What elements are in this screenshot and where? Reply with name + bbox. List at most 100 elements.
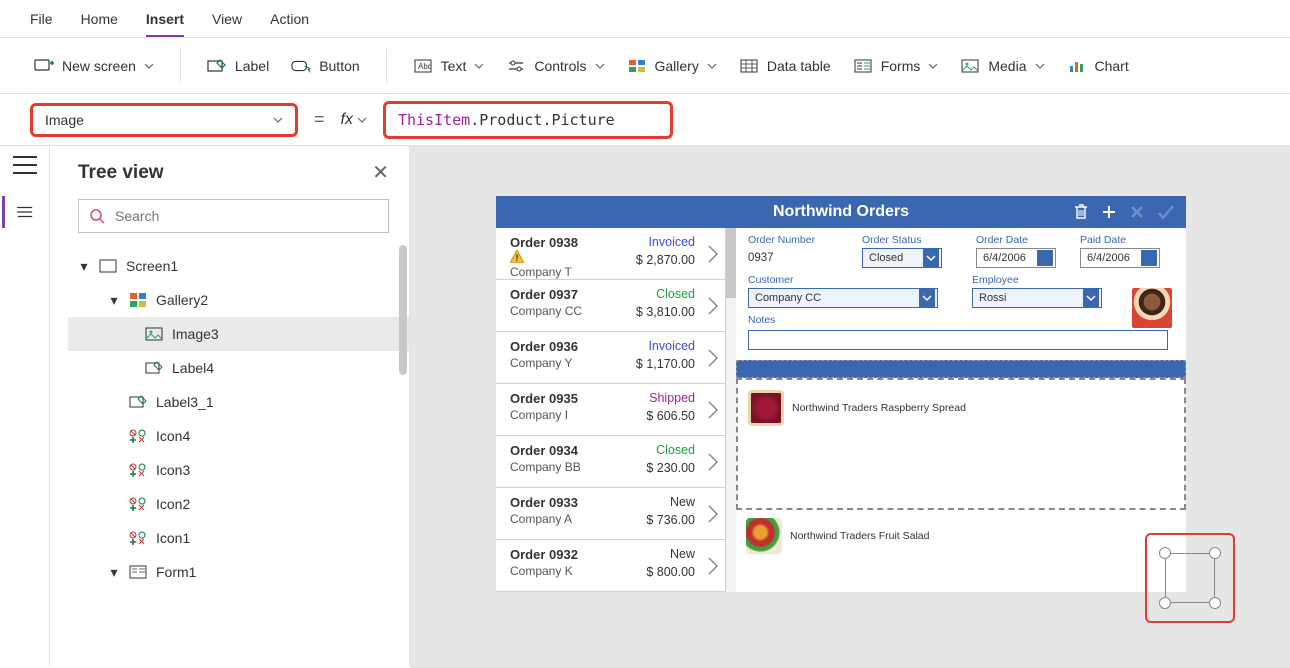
close-panel-button[interactable]: ✕ xyxy=(372,160,389,185)
cancel-x-icon[interactable] xyxy=(1128,203,1146,221)
menu-action[interactable]: Action xyxy=(270,11,309,27)
chevron-right-icon xyxy=(707,348,719,368)
order-list-item[interactable]: Order 0935Company IShipped$ 606.50 xyxy=(496,384,725,436)
orders-scrollbar[interactable] xyxy=(726,228,736,592)
menu-insert[interactable]: Insert xyxy=(146,11,184,37)
tree-label: Icon3 xyxy=(156,462,190,478)
label-order-date: Order Date xyxy=(976,234,1066,246)
label-order-status: Order Status xyxy=(862,234,942,246)
media-dropdown[interactable]: Media xyxy=(954,52,1050,80)
order-amount: $ 230.00 xyxy=(646,461,695,475)
property-dropdown[interactable]: Image xyxy=(30,103,298,137)
order-list-item[interactable]: Order 0932Company KNew$ 800.00 xyxy=(496,540,725,592)
canvas[interactable]: Northwind Orders Order 0938 !Company TIn… xyxy=(410,146,1290,668)
forms-icon xyxy=(853,56,873,76)
tree-node-gallery2[interactable]: ▾ Gallery2 xyxy=(68,283,409,317)
tree-node-screen1[interactable]: ▾ Screen1 xyxy=(68,249,409,283)
gallery-label: Gallery xyxy=(655,58,699,74)
menu-view[interactable]: View xyxy=(212,11,242,27)
order-list-item[interactable]: Order 0934Company BBClosed$ 230.00 xyxy=(496,436,725,488)
order-number: Order 0933 xyxy=(510,495,695,510)
value-order-number: 0937 xyxy=(748,248,848,268)
fx-label: fx xyxy=(341,111,353,129)
label-button[interactable]: Label xyxy=(201,52,275,80)
orders-list[interactable]: Order 0938 !Company TInvoiced$ 2,870.00O… xyxy=(496,228,726,592)
app-preview[interactable]: Northwind Orders Order 0938 !Company TIn… xyxy=(496,196,1186,592)
text-label: Text xyxy=(441,58,467,74)
tree-label: Icon1 xyxy=(156,530,190,546)
image-icon xyxy=(144,326,164,342)
chevron-down-icon xyxy=(474,61,484,71)
order-status: New xyxy=(670,495,695,509)
employee-dropdown[interactable]: Rossi xyxy=(972,288,1102,308)
tree-view-rail-button[interactable] xyxy=(2,196,34,228)
tree-node-icon2[interactable]: Icon2 xyxy=(68,487,409,521)
text-dropdown[interactable]: Abc Text xyxy=(407,52,491,80)
gallery-item[interactable]: Northwind Traders Raspberry Spread xyxy=(748,386,1174,430)
svg-text:!: ! xyxy=(516,253,519,263)
trash-icon[interactable] xyxy=(1072,203,1090,221)
order-list-item[interactable]: Order 0933Company ANew$ 736.00 xyxy=(496,488,725,540)
product-name: Northwind Traders Raspberry Spread xyxy=(792,402,966,414)
order-status-dropdown[interactable]: Closed xyxy=(862,248,942,268)
data-table-button[interactable]: Data table xyxy=(733,52,837,80)
order-company: Company T xyxy=(510,265,695,279)
gallery-dropdown[interactable]: Gallery xyxy=(621,52,723,80)
tree-label: Label3_1 xyxy=(156,394,214,410)
formula-token-thisitem: ThisItem xyxy=(398,111,470,129)
controls-dropdown[interactable]: Controls xyxy=(500,52,610,80)
tree-search-input[interactable] xyxy=(115,208,378,224)
chevron-down-icon xyxy=(1035,61,1045,71)
left-rail xyxy=(0,146,50,666)
button-btn-label: Button xyxy=(319,58,359,74)
order-list-item[interactable]: Order 0938 !Company TInvoiced$ 2,870.00 xyxy=(496,228,725,280)
chevron-down-icon xyxy=(144,61,154,71)
order-detail: Order Number 0937 Order Status Closed Or… xyxy=(736,228,1186,592)
chart-dropdown[interactable]: Chart xyxy=(1061,52,1135,80)
menu-bar: File Home Insert View Action xyxy=(0,0,1290,38)
forms-dropdown[interactable]: Forms xyxy=(847,52,945,80)
notes-input[interactable] xyxy=(748,330,1168,350)
product-image[interactable] xyxy=(746,518,782,554)
text-icon: Abc xyxy=(413,56,433,76)
paid-date-picker[interactable]: 6/4/2006 xyxy=(1080,248,1160,268)
customer-dropdown[interactable]: Company CC xyxy=(748,288,938,308)
formula-input[interactable]: ThisItem.Product.Picture xyxy=(383,101,673,139)
chevron-right-icon xyxy=(707,504,719,524)
tree-node-icon1[interactable]: Icon1 xyxy=(68,521,409,555)
tree-view-title: Tree view xyxy=(78,162,164,184)
chevron-down-icon xyxy=(595,61,605,71)
plus-icon[interactable] xyxy=(1100,203,1118,221)
checkmark-icon[interactable] xyxy=(1156,203,1176,221)
tree-scrollbar[interactable] xyxy=(399,245,407,375)
media-icon xyxy=(960,56,980,76)
tree-node-icon3[interactable]: Icon3 xyxy=(68,453,409,487)
tree-node-image3[interactable]: Image3 xyxy=(68,317,409,351)
order-date-picker[interactable]: 6/4/2006 xyxy=(976,248,1056,268)
chevron-right-icon xyxy=(707,400,719,420)
fx-button[interactable]: fx xyxy=(341,111,367,129)
order-number: Order 0932 xyxy=(510,547,695,562)
gallery-icon xyxy=(627,56,647,76)
calendar-icon xyxy=(1141,250,1157,266)
menu-home[interactable]: Home xyxy=(81,11,118,27)
forms-label: Forms xyxy=(881,58,921,74)
tree-search[interactable] xyxy=(78,199,389,233)
hamburger-icon[interactable] xyxy=(13,156,37,174)
tree-node-icon4[interactable]: Icon4 xyxy=(68,419,409,453)
order-list-item[interactable]: Order 0936Company YInvoiced$ 1,170.00 xyxy=(496,332,725,384)
menu-file[interactable]: File xyxy=(30,11,53,27)
product-image[interactable] xyxy=(748,390,784,426)
tree-node-label3-1[interactable]: Label3_1 xyxy=(68,385,409,419)
new-screen-button[interactable]: New screen xyxy=(28,52,160,80)
order-status: Invoiced xyxy=(648,235,695,249)
tree-node-label4[interactable]: Label4 xyxy=(68,351,409,385)
gallery-icon xyxy=(128,292,148,308)
button-button[interactable]: Button xyxy=(285,52,365,80)
order-list-item[interactable]: Order 0937Company CCClosed$ 3,810.00 xyxy=(496,280,725,332)
gallery-container[interactable]: Northwind Traders Raspberry Spread xyxy=(736,378,1186,510)
label-icon xyxy=(128,394,148,410)
gallery-item[interactable]: Northwind Traders Fruit Salad xyxy=(746,514,1174,558)
tree-node-form1[interactable]: ▾ Form1 xyxy=(68,555,409,589)
label-paid-date: Paid Date xyxy=(1080,234,1170,246)
